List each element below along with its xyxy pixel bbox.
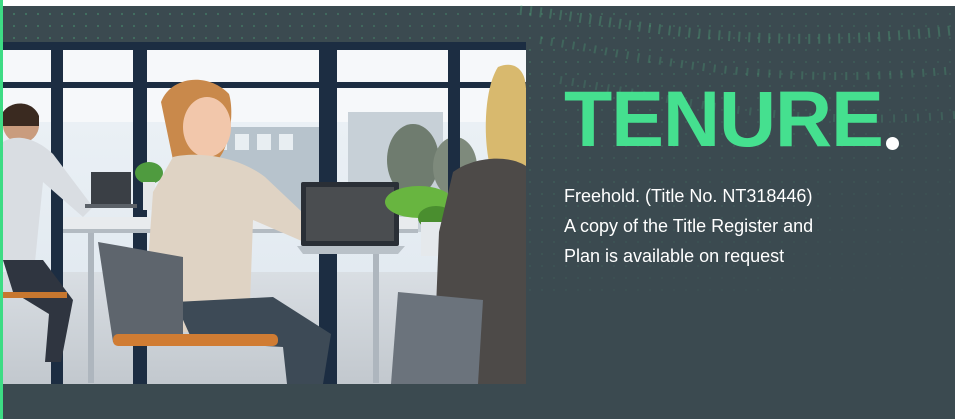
office-photo-illustration <box>3 42 526 384</box>
tenure-line-2: A copy of the Title Register and <box>564 216 814 236</box>
tenure-line-3: Plan is available on request <box>564 246 785 266</box>
section-title: TENURE <box>564 74 884 163</box>
tenure-description: Freehold. (Title No. NT318446) A copy of… <box>564 181 934 271</box>
tenure-line-1: Freehold. (Title No. NT318446) <box>564 186 813 206</box>
tenure-slide: TENURE Freehold. (Title No. NT318446) A … <box>0 0 955 419</box>
laptop-center <box>297 182 405 254</box>
office-photo <box>3 42 526 384</box>
top-strip <box>3 0 955 6</box>
title-dot-icon <box>886 137 899 150</box>
